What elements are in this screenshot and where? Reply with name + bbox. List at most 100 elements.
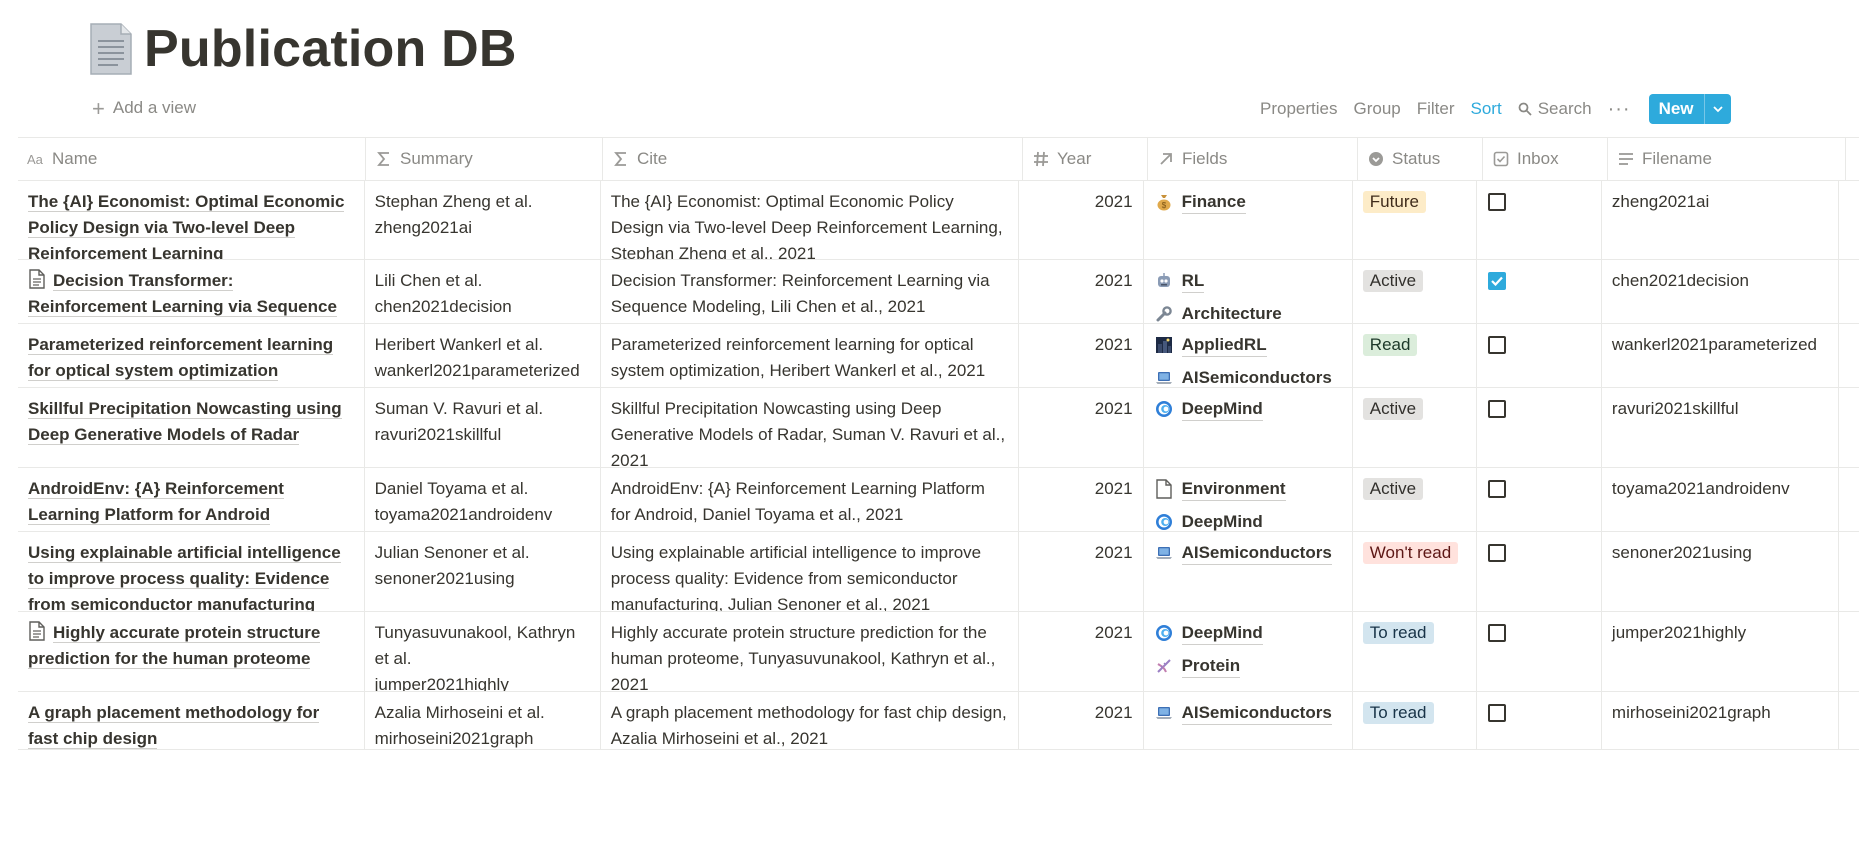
page-title-link[interactable]: Skillful Precipitation Nowcasting using … <box>28 399 342 445</box>
status-cell[interactable]: Active <box>1353 388 1478 467</box>
page-title-link[interactable]: Decision Transformer: Reinforcement Lear… <box>28 271 337 323</box>
year-cell[interactable]: 2021 <box>1019 388 1144 467</box>
summary-cell[interactable]: Heribert Wankerl et al. wankerl2021parame… <box>365 324 601 387</box>
inbox-checkbox[interactable] <box>1488 272 1507 290</box>
fields-cell[interactable]: AISemiconductors <box>1144 692 1353 749</box>
field-tag[interactable]: RL <box>1154 268 1342 294</box>
status-cell[interactable]: Active <box>1353 468 1478 531</box>
page-title-link[interactable]: A graph placement methodology for fast c… <box>28 703 320 749</box>
summary-cell[interactable]: Suman V. Ravuri et al. ravuri2021skillful <box>365 388 601 467</box>
search-button[interactable]: Search <box>1518 99 1592 119</box>
filename-cell[interactable]: mirhoseini2021graph <box>1602 692 1839 749</box>
status-cell[interactable]: Future <box>1353 181 1478 259</box>
summary-cell[interactable]: Daniel Toyama et al. toyama2021androidenv <box>365 468 601 531</box>
column-header-inbox[interactable]: Inbox <box>1483 138 1608 180</box>
table-row[interactable]: Skillful Precipitation Nowcasting using … <box>18 388 1859 468</box>
field-tag[interactable]: DeepMind <box>1154 396 1342 422</box>
fields-cell[interactable]: RL Architecture <box>1144 260 1353 323</box>
year-cell[interactable]: 2021 <box>1019 260 1144 323</box>
field-tag[interactable]: Protein <box>1154 653 1342 679</box>
inbox-checkbox[interactable] <box>1488 544 1507 562</box>
name-cell[interactable]: Decision Transformer: Reinforcement Lear… <box>18 260 365 323</box>
summary-cell[interactable]: Tunyasuvunakool, Kathryn et al. jumper202… <box>365 612 601 691</box>
new-dropdown-button[interactable] <box>1705 94 1731 124</box>
status-cell[interactable]: To read <box>1353 692 1478 749</box>
summary-cell[interactable]: Julian Senoner et al. senoner2021using <box>365 532 601 611</box>
filename-cell[interactable]: ravuri2021skillful <box>1602 388 1839 467</box>
column-header-status[interactable]: Status <box>1358 138 1483 180</box>
field-tag[interactable]: $ Finance <box>1154 189 1342 215</box>
field-tag[interactable]: DeepMind <box>1154 620 1342 646</box>
filename-cell[interactable]: zheng2021ai <box>1602 181 1839 259</box>
summary-cell[interactable]: Lili Chen et al. chen2021decision <box>365 260 601 323</box>
column-header-cite[interactable]: Cite <box>603 138 1023 180</box>
field-tag[interactable]: Environment <box>1154 476 1342 502</box>
cite-cell[interactable]: A graph placement methodology for fast c… <box>601 692 1020 749</box>
column-header-filename[interactable]: Filename <box>1608 138 1846 180</box>
year-cell[interactable]: 2021 <box>1019 532 1144 611</box>
more-options-icon[interactable]: ··· <box>1608 98 1631 121</box>
field-tag[interactable]: AISemiconductors <box>1154 540 1342 566</box>
inbox-checkbox[interactable] <box>1488 480 1507 498</box>
table-row[interactable]: Decision Transformer: Reinforcement Lear… <box>18 260 1859 324</box>
field-tag[interactable]: AISemiconductors <box>1154 365 1342 387</box>
table-row[interactable]: Highly accurate protein structure predic… <box>18 612 1859 692</box>
column-header-name[interactable]: Aa Name <box>18 138 366 180</box>
filename-cell[interactable]: jumper2021highly <box>1602 612 1839 691</box>
status-cell[interactable]: To read <box>1353 612 1478 691</box>
name-cell[interactable]: Using explainable artificial intelligenc… <box>18 532 365 611</box>
inbox-checkbox[interactable] <box>1488 193 1507 211</box>
filename-cell[interactable]: toyama2021androidenv <box>1602 468 1839 531</box>
name-cell[interactable]: Parameterized reinforcement learning for… <box>18 324 365 387</box>
summary-cell[interactable]: Azalia Mirhoseini et al. mirhoseini2021gr… <box>365 692 601 749</box>
field-tag[interactable]: DeepMind <box>1154 509 1342 531</box>
new-button[interactable]: New <box>1649 94 1705 124</box>
filename-cell[interactable]: wankerl2021parameterized <box>1602 324 1839 387</box>
filename-cell[interactable]: senoner2021using <box>1602 532 1839 611</box>
page-title-link[interactable]: Highly accurate protein structure predic… <box>28 623 321 669</box>
cite-cell[interactable]: Highly accurate protein structure predic… <box>601 612 1020 691</box>
page-title-link[interactable]: AndroidEnv: {A} Reinforcement Learning P… <box>28 479 284 525</box>
field-tag[interactable]: AISemiconductors <box>1154 700 1342 726</box>
year-cell[interactable]: 2021 <box>1019 692 1144 749</box>
cite-cell[interactable]: AndroidEnv: {A} Reinforcement Learning P… <box>601 468 1020 531</box>
add-view-button[interactable]: + Add a view <box>92 97 196 119</box>
name-cell[interactable]: A graph placement methodology for fast c… <box>18 692 365 749</box>
inbox-checkbox[interactable] <box>1488 400 1507 418</box>
table-row[interactable]: AndroidEnv: {A} Reinforcement Learning P… <box>18 468 1859 532</box>
name-cell[interactable]: The {AI} Economist: Optimal Economic Pol… <box>18 181 365 259</box>
table-row[interactable]: Parameterized reinforcement learning for… <box>18 324 1859 388</box>
filter-button[interactable]: Filter <box>1417 99 1455 119</box>
column-header-year[interactable]: Year <box>1023 138 1148 180</box>
column-header-summary[interactable]: Summary <box>366 138 603 180</box>
page-title-link[interactable]: Parameterized reinforcement learning for… <box>28 335 334 381</box>
year-cell[interactable]: 2021 <box>1019 612 1144 691</box>
name-cell[interactable]: Skillful Precipitation Nowcasting using … <box>18 388 365 467</box>
fields-cell[interactable]: Environment DeepMind <box>1144 468 1353 531</box>
inbox-checkbox[interactable] <box>1488 624 1507 642</box>
field-tag[interactable]: AppliedRL <box>1154 332 1342 358</box>
fields-cell[interactable]: DeepMind <box>1144 388 1353 467</box>
group-button[interactable]: Group <box>1353 99 1400 119</box>
table-row[interactable]: The {AI} Economist: Optimal Economic Pol… <box>18 181 1859 260</box>
field-tag[interactable]: Architecture <box>1154 301 1342 323</box>
year-cell[interactable]: 2021 <box>1019 324 1144 387</box>
filename-cell[interactable]: chen2021decision <box>1602 260 1839 323</box>
page-document-icon[interactable] <box>88 21 134 77</box>
page-title-link[interactable]: Using explainable artificial intelligenc… <box>28 543 341 611</box>
cite-cell[interactable]: Skillful Precipitation Nowcasting using … <box>601 388 1020 467</box>
table-row[interactable]: Using explainable artificial intelligenc… <box>18 532 1859 612</box>
sort-button[interactable]: Sort <box>1471 99 1502 119</box>
page-title-link[interactable]: The {AI} Economist: Optimal Economic Pol… <box>28 192 345 259</box>
name-cell[interactable]: Highly accurate protein structure predic… <box>18 612 365 691</box>
cite-cell[interactable]: Using explainable artificial intelligenc… <box>601 532 1020 611</box>
year-cell[interactable]: 2021 <box>1019 468 1144 531</box>
inbox-checkbox[interactable] <box>1488 704 1507 722</box>
column-header-fields[interactable]: Fields <box>1148 138 1358 180</box>
status-cell[interactable]: Won't read <box>1353 532 1478 611</box>
properties-button[interactable]: Properties <box>1260 99 1337 119</box>
table-row[interactable]: A graph placement methodology for fast c… <box>18 692 1859 750</box>
status-cell[interactable]: Read <box>1353 324 1478 387</box>
year-cell[interactable]: 2021 <box>1019 181 1144 259</box>
status-cell[interactable]: Active <box>1353 260 1478 323</box>
